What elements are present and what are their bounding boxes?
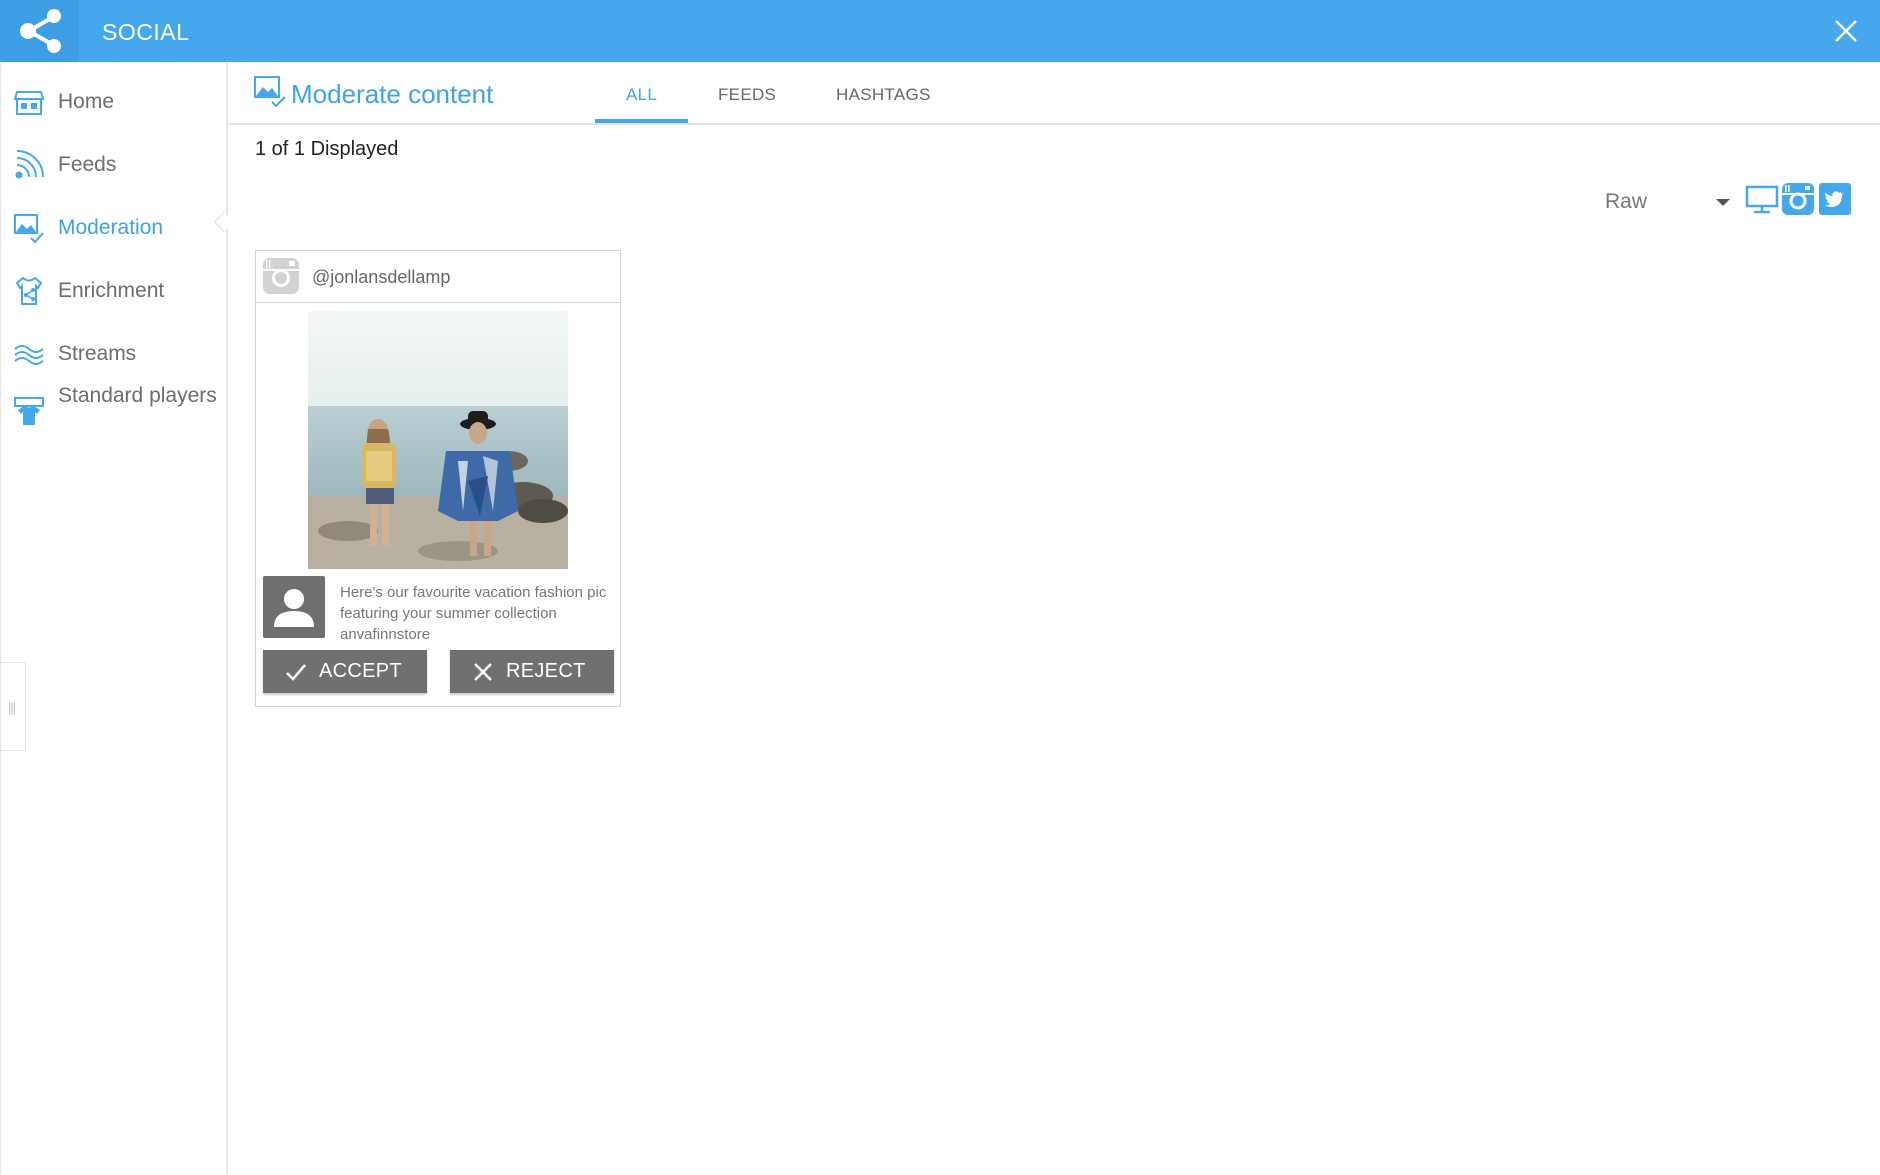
post-username: @jonlansdellamp — [312, 267, 451, 287]
app-title: SOCIAL — [102, 19, 190, 45]
view-mode-value: Raw — [1605, 190, 1648, 213]
waves-icon — [14, 345, 44, 365]
post-caption: Here's our favourite vacation fashion pi… — [340, 584, 607, 643]
rss-feed-icon — [15, 150, 44, 179]
sidebar-item-feeds[interactable]: Feeds — [1, 140, 227, 190]
check-icon — [286, 664, 306, 681]
sidebar-item-streams[interactable]: Streams — [1, 329, 227, 379]
instagram-icon[interactable] — [1781, 182, 1815, 216]
post-card: @jonlansdellamp Here's our favourite vac… — [255, 250, 621, 707]
shirt-share-icon — [15, 276, 43, 305]
reject-button[interactable]: REJECT — [450, 650, 614, 693]
sidebar-item-enrichment[interactable]: Enrichment — [1, 266, 227, 316]
tab-feeds[interactable]: FEEDS — [718, 85, 776, 105]
shirt-display-icon — [14, 397, 44, 425]
sidebar-item-label: Streams — [58, 342, 137, 365]
sidebar-item-home[interactable]: Home — [1, 77, 227, 127]
sidebar-item-label: Feeds — [58, 153, 117, 176]
post-image — [308, 311, 568, 569]
page-title: Moderate content — [291, 79, 494, 109]
image-check-icon — [14, 214, 44, 244]
main-header: Moderate content ALL FEEDS HASHTAGS — [229, 62, 1880, 125]
display-count: 1 of 1 Displayed — [255, 138, 399, 160]
close-icon — [1835, 20, 1857, 42]
sidebar-item-label: Home — [58, 90, 115, 113]
reject-button-label: REJECT — [506, 660, 586, 682]
sidebar-item-label: Standard players — [58, 384, 217, 407]
post-card-header: @jonlansdellamp — [256, 251, 620, 303]
grip-icon: ||| — [8, 700, 16, 715]
active-tab-indicator — [595, 119, 688, 123]
caret-down-icon — [1716, 199, 1730, 206]
view-mode-select[interactable]: Raw — [1595, 184, 1730, 220]
sidebar-item-label: Moderation — [58, 216, 164, 239]
sidebar-item-standard-players[interactable]: Standard players — [1, 379, 227, 439]
instagram-icon — [263, 258, 299, 294]
image-check-icon — [254, 76, 286, 108]
tab-hashtags[interactable]: HASHTAGS — [836, 85, 931, 105]
close-button[interactable] — [1832, 17, 1860, 45]
app-logo[interactable] — [0, 0, 79, 62]
sidebar: Home Feeds Moderation Enrichment Streams… — [0, 62, 228, 1175]
avatar — [263, 576, 325, 638]
monitor-icon[interactable] — [1745, 182, 1779, 216]
sidebar-item-moderation[interactable]: Moderation — [1, 203, 227, 253]
share-icon — [20, 9, 61, 53]
accept-button-label: ACCEPT — [319, 660, 402, 682]
close-icon — [474, 663, 492, 681]
sidebar-item-label: Enrichment — [58, 279, 165, 302]
user-icon — [274, 589, 314, 627]
accept-button[interactable]: ACCEPT — [263, 650, 427, 693]
twitter-icon[interactable] — [1818, 182, 1852, 216]
home-store-icon — [13, 91, 45, 115]
sidebar-collapse-handle[interactable]: ||| — [1, 662, 26, 751]
tab-all[interactable]: ALL — [626, 85, 657, 105]
top-bar: SOCIAL — [0, 0, 1880, 62]
